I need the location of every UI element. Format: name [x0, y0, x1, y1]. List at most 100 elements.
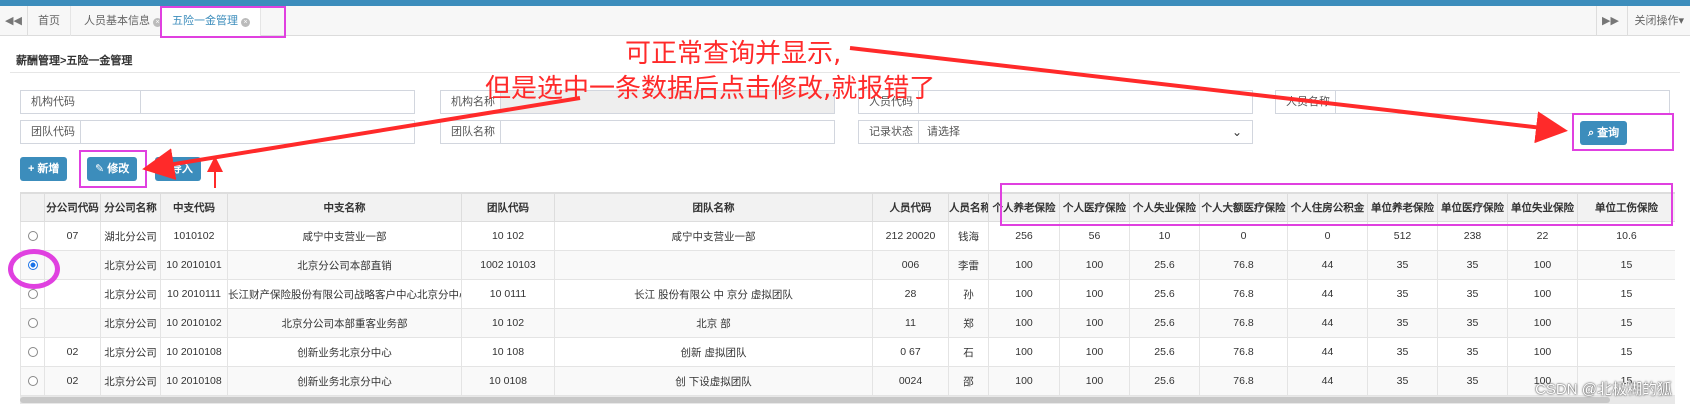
table-cell [44, 308, 101, 338]
close-operations-menu[interactable]: 关闭操作▾ [1627, 6, 1690, 36]
team-code-input[interactable] [81, 121, 414, 143]
row-radio[interactable] [27, 318, 38, 329]
row-select-cell [20, 366, 45, 396]
column-header[interactable] [20, 193, 45, 222]
tab-personnel-info[interactable]: 人员基本信息 × [74, 6, 173, 36]
person-code-input[interactable] [919, 91, 1252, 113]
table-cell: 006 [872, 250, 949, 280]
import-button[interactable]: ⤓ 导入 [155, 157, 201, 181]
record-status-select[interactable]: 请选择 ⌄ [919, 121, 1252, 143]
table-cell: 35 [1437, 337, 1508, 367]
table-cell: 100 [988, 308, 1060, 338]
table-cell: 15 [1577, 250, 1675, 280]
org-code-field: 机构代码 [20, 90, 415, 114]
table-cell: 100 [988, 366, 1060, 396]
table-cell: 100 [988, 337, 1060, 367]
table-cell: 25.6 [1129, 250, 1200, 280]
table-cell: 1010102 [160, 221, 228, 251]
column-header[interactable]: 中支名称 [227, 193, 462, 222]
table-cell: 100 [1059, 366, 1130, 396]
org-code-label: 机构代码 [21, 91, 141, 113]
table-cell: 212 20020 [872, 221, 949, 251]
column-header[interactable]: 分公司名称 [100, 193, 161, 222]
table-cell: 10 108 [461, 337, 555, 367]
breadcrumb: 薪酬管理>五险一金管理 [16, 55, 133, 67]
highlight-tab [160, 6, 286, 38]
table-row[interactable]: 北京分公司 10 2010111 长江财产保险股份有限公司战略客户中心北京分中心 10… [20, 279, 1675, 309]
table-row[interactable]: 02 北京分公司 10 2010108 创新业务北京分中心 10 108 创新 虚拟团队 … [20, 337, 1675, 367]
table-cell: 创新业务北京分中心 [227, 366, 462, 396]
table-cell: 35 [1367, 308, 1438, 338]
highlight-insurance-columns [1000, 183, 1673, 226]
download-icon: ⤓ [163, 163, 168, 175]
row-radio[interactable] [27, 376, 38, 387]
column-header[interactable]: 人员名称 [948, 193, 989, 222]
table-cell: 07 [44, 221, 101, 251]
column-header[interactable]: 人员代码 [872, 193, 949, 222]
row-radio[interactable] [27, 347, 38, 358]
table-row[interactable]: 北京分公司 10 2010102 北京分公司本部重客业务部 10 102 北京 部 11… [20, 308, 1675, 338]
table-row[interactable]: 北京分公司 10 2010101 北京分公司本部直销 1002 10103 006 李雷… [20, 250, 1675, 280]
row-select-cell [20, 221, 45, 251]
table-cell: 100 [1059, 308, 1130, 338]
column-header[interactable]: 中支代码 [160, 193, 228, 222]
plus-icon: + [28, 163, 35, 175]
table-cell: 创 下设虚拟团队 [554, 366, 873, 396]
team-code-field: 团队代码 [20, 120, 415, 144]
highlight-query-button [1572, 113, 1674, 151]
scrollbar-thumb[interactable] [20, 397, 1610, 403]
add-button[interactable]: + 新增 [20, 157, 68, 181]
table-cell: 100 [988, 250, 1060, 280]
table-cell: 28 [872, 279, 949, 309]
table-cell: 10 2010101 [160, 250, 228, 280]
table-cell [554, 250, 873, 280]
chevron-down-icon: ⌄ [1231, 125, 1242, 139]
table-cell: 02 [44, 337, 101, 367]
table-cell: 35 [1437, 250, 1508, 280]
tab-home[interactable]: 首页 [28, 6, 71, 36]
table-cell: 0 67 [872, 337, 949, 367]
row-radio[interactable] [27, 289, 38, 300]
table-cell: 100 [1507, 250, 1578, 280]
table-cell: 100 [1059, 250, 1130, 280]
table-cell: 孙 [948, 279, 989, 309]
person-name-field: 人员名称 [1275, 90, 1670, 114]
table-cell: 北京 部 [554, 308, 873, 338]
caret-down-icon: ▾ [1678, 15, 1684, 27]
table-cell: 25.6 [1129, 279, 1200, 309]
table-cell: 100 [1507, 337, 1578, 367]
column-header[interactable]: 团队代码 [461, 193, 555, 222]
table-cell: 25.6 [1129, 308, 1200, 338]
table-cell: 35 [1437, 308, 1508, 338]
tab-scroll-left-button[interactable]: ◀◀ [0, 6, 28, 36]
table-cell [44, 279, 101, 309]
table-cell: 25.6 [1129, 366, 1200, 396]
team-name-input[interactable] [501, 121, 834, 143]
table-cell: 11 [872, 308, 949, 338]
table-cell: 北京分公司 [100, 337, 161, 367]
tab-scroll-right-button[interactable]: ▶▶ [1596, 6, 1624, 36]
row-select-cell [20, 308, 45, 338]
table-cell: 10 2010108 [160, 366, 228, 396]
row-radio[interactable] [27, 231, 38, 242]
person-name-input[interactable] [1336, 91, 1669, 113]
row-select-cell [20, 337, 45, 367]
highlight-edit-button [79, 150, 147, 188]
table-cell: 郑 [948, 308, 989, 338]
column-header[interactable]: 分公司代码 [44, 193, 101, 222]
table-cell: 邵 [948, 366, 989, 396]
team-name-field: 团队名称 [440, 120, 835, 144]
table-row[interactable]: 02 北京分公司 10 2010108 创新业务北京分中心 10 0108 创 下设虚拟团… [20, 366, 1675, 396]
table-cell: 35 [1437, 366, 1508, 396]
table-cell: 北京分公司 [100, 308, 161, 338]
horizontal-scrollbar[interactable] [20, 396, 1675, 404]
table-cell: 10 0108 [461, 366, 555, 396]
person-name-label: 人员名称 [1276, 91, 1336, 113]
table-cell: 100 [1059, 279, 1130, 309]
team-name-label: 团队名称 [441, 121, 501, 143]
table-cell: 44 [1287, 308, 1368, 338]
org-code-input[interactable] [141, 91, 414, 113]
column-header[interactable]: 团队名称 [554, 193, 873, 222]
table-cell: 石 [948, 337, 989, 367]
table-cell: 长江财产保险股份有限公司战略客户中心北京分中心 [227, 279, 462, 309]
